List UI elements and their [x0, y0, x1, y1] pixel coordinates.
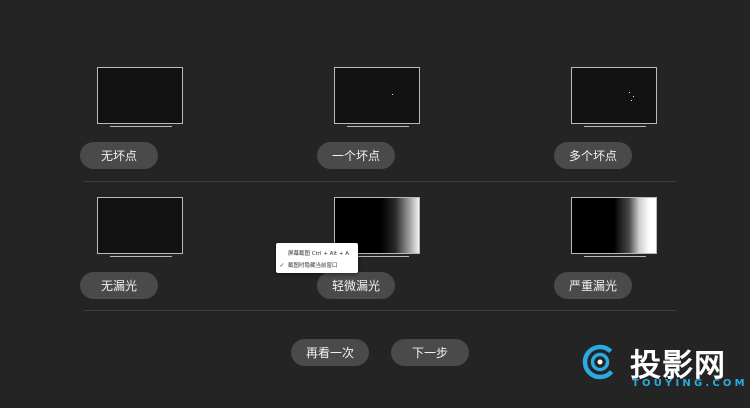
menu-item-screenshot[interactable]: 屏幕截图 Ctrl + Alt + A: [276, 247, 358, 259]
logo-lens-icon: [582, 344, 618, 380]
logo-subtext: TOUYING.COM: [632, 378, 748, 389]
watermark-logo: 投影网 TOUYING.COM: [578, 340, 745, 396]
check-icon: ✓: [279, 261, 285, 269]
option-button-multiple-dead-pixels[interactable]: 多个坏点: [554, 142, 632, 169]
option-button-no-dead-pixel[interactable]: 无坏点: [80, 142, 158, 169]
option-button-severe-light-leak[interactable]: 严重漏光: [554, 272, 632, 299]
tv-stand: [110, 256, 172, 257]
option-button-no-light-leak[interactable]: 无漏光: [80, 272, 158, 299]
dead-pixel: [631, 100, 632, 101]
dead-pixel: [392, 94, 393, 95]
option-button-slight-light-leak[interactable]: 轻微漏光: [317, 272, 395, 299]
retry-button[interactable]: 再看一次: [291, 339, 369, 366]
dead-pixel: [633, 96, 634, 97]
next-button[interactable]: 下一步: [391, 339, 469, 366]
tv-screen: [97, 197, 183, 254]
menu-item-label: 截图时隐藏当前窗口: [288, 263, 338, 269]
section-divider: [84, 310, 676, 311]
section-divider: [84, 181, 676, 182]
option-button-one-dead-pixel[interactable]: 一个坏点: [317, 142, 395, 169]
dead-pixel: [629, 92, 630, 93]
menu-item-hide-window[interactable]: ✓ 截图时隐藏当前窗口: [276, 259, 358, 271]
tv-screen: [97, 67, 183, 124]
tv-stand: [110, 126, 172, 127]
tv-stand: [584, 256, 646, 257]
tv-screen: [334, 67, 420, 124]
tv-screen: [571, 67, 657, 124]
context-menu: 屏幕截图 Ctrl + Alt + A ✓ 截图时隐藏当前窗口: [276, 243, 358, 273]
tv-stand: [584, 126, 646, 127]
tv-screen: [571, 197, 657, 254]
tv-stand: [347, 126, 409, 127]
menu-item-label: 屏幕截图 Ctrl + Alt + A: [288, 251, 349, 257]
